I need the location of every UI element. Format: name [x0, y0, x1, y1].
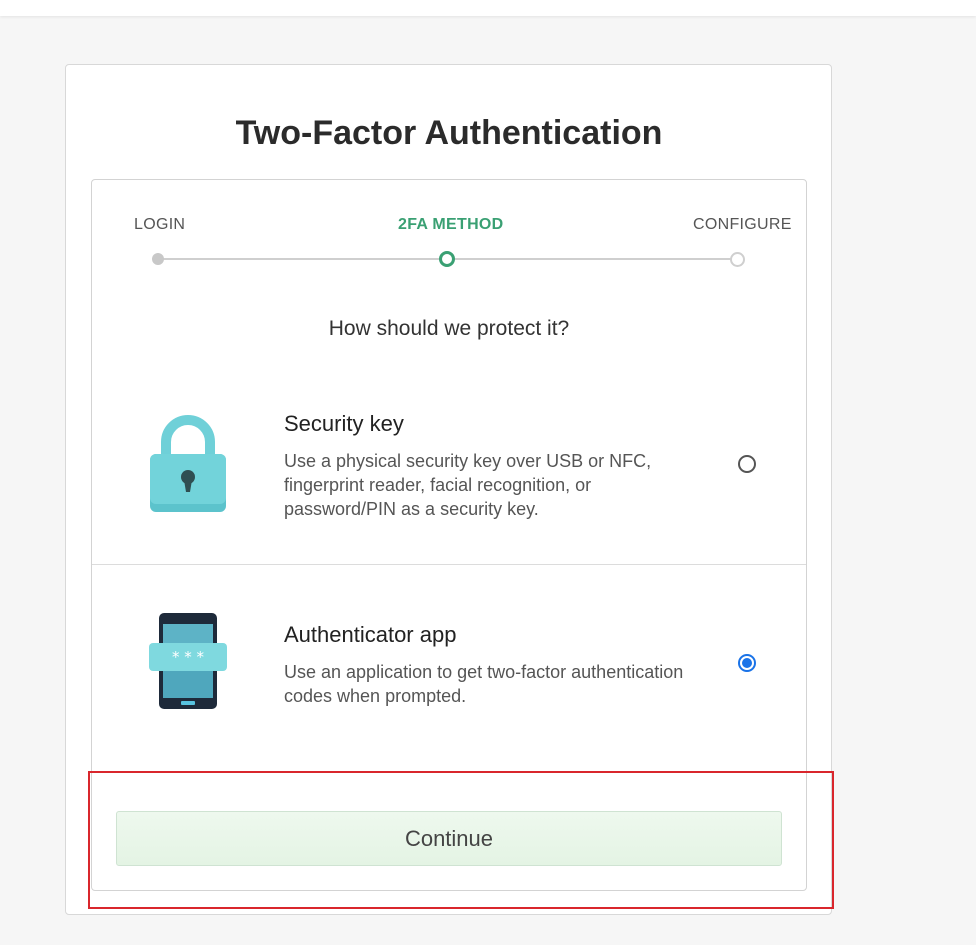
security-key-description: Use a physical security key over USB or …	[284, 451, 652, 519]
question-text: How should we protect it?	[328, 317, 570, 340]
step-2fa-method-dot	[439, 251, 455, 267]
svg-text:* * *: * * *	[172, 648, 205, 666]
step-configure-dot	[730, 252, 745, 267]
step-2fa-method-label: 2FA METHOD	[398, 216, 504, 233]
authenticator-app-description: Use an application to get two-factor aut…	[284, 662, 684, 706]
step-login-label: LOGIN	[134, 216, 186, 233]
top-bar	[0, 0, 976, 16]
authenticator-app-title: Authenticator app	[284, 622, 457, 647]
highlight-box	[88, 771, 834, 909]
option-authenticator-app[interactable]: * * * Authenticator app Use an applicati…	[92, 565, 806, 765]
step-configure-label: CONFIGURE	[693, 216, 792, 233]
option-security-key[interactable]: Security key Use a physical security key…	[92, 380, 806, 564]
phone-icon: * * *	[149, 613, 227, 709]
security-key-title: Security key	[284, 411, 404, 436]
authenticator-app-radio[interactable]	[738, 654, 756, 672]
page-title: Two-Factor Authentication	[235, 114, 663, 152]
padlock-icon	[150, 415, 226, 512]
security-key-radio[interactable]	[738, 455, 756, 473]
step-login-dot	[152, 253, 164, 265]
